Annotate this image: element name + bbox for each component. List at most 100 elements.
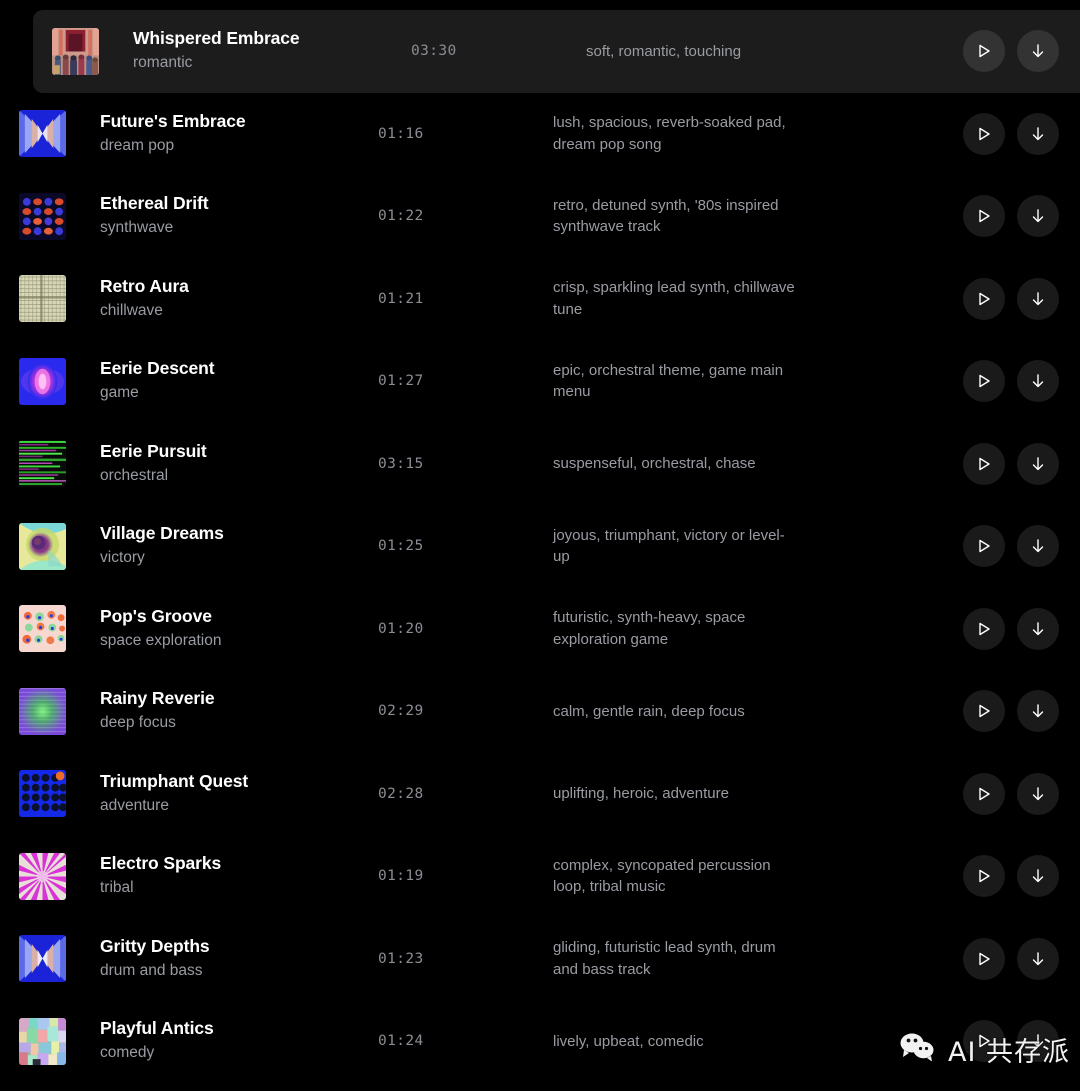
track-genre: game: [100, 384, 139, 402]
download-icon: [1032, 539, 1044, 553]
album-art: [19, 522, 66, 570]
download-button[interactable]: [1017, 277, 1059, 320]
album-art: [19, 852, 66, 900]
download-button[interactable]: [1017, 30, 1059, 73]
download-icon: [1032, 622, 1044, 635]
track-tags: suspenseful, orchestral, chase: [553, 455, 756, 473]
download-button[interactable]: [1017, 772, 1059, 815]
download-button[interactable]: [1017, 855, 1059, 898]
download-icon: [1032, 292, 1044, 305]
track-meta: Triumphant Quest adventure: [66, 771, 378, 817]
track-row[interactable]: Ethereal Drift synthwave 01:22 retro, de…: [0, 175, 1080, 258]
track-duration: 02:28: [378, 785, 424, 802]
track-meta: Eerie Pursuit orchestral: [66, 441, 378, 487]
download-icon: [1032, 209, 1044, 223]
track-row[interactable]: Playful Antics comedy 01:24 lively, upbe…: [0, 1000, 1080, 1083]
track-duration: 01:23: [378, 950, 424, 967]
track-row[interactable]: Electro Sparks tribal 01:19 complex, syn…: [0, 835, 1080, 918]
play-button[interactable]: [963, 442, 1005, 485]
track-meta: Whispered Embrace romantic: [99, 28, 411, 74]
play-icon: [979, 292, 990, 305]
track-genre: space exploration: [100, 631, 222, 649]
download-button[interactable]: [1017, 1020, 1059, 1063]
track-row[interactable]: Retro Aura chillwave 01:21 crisp, sparkl…: [0, 258, 1080, 341]
track-tags: complex, syncopated percussion loop, tri…: [553, 856, 771, 896]
album-art: [19, 440, 66, 488]
track-title: Electro Sparks: [100, 853, 222, 874]
track-duration: 01:19: [378, 868, 424, 885]
track-genre: victory: [100, 549, 145, 567]
play-button[interactable]: [963, 525, 1005, 568]
track-row[interactable]: Rainy Reverie deep focus 02:29 calm, gen…: [0, 670, 1080, 753]
play-button[interactable]: [963, 1020, 1005, 1063]
play-icon: [979, 787, 990, 800]
track-title: Ethereal Drift: [100, 193, 209, 214]
track-title: Gritty Depths: [100, 935, 210, 956]
track-tags: gliding, futuristic lead synth, drum and…: [553, 939, 776, 978]
download-button[interactable]: [1017, 112, 1059, 155]
track-meta: Eerie Descent game: [66, 358, 378, 404]
track-duration: 01:25: [378, 538, 424, 555]
album-art: [52, 27, 99, 75]
track-row[interactable]: Eerie Descent game 01:27 epic, orchestra…: [0, 340, 1080, 423]
track-meta: Ethereal Drift synthwave: [66, 193, 378, 239]
play-button[interactable]: [963, 937, 1005, 980]
play-button[interactable]: [963, 607, 1005, 650]
track-duration: 01:22: [378, 208, 424, 225]
download-button[interactable]: [1017, 195, 1059, 238]
track-meta: Village Dreams victory: [66, 523, 378, 569]
track-tags: soft, romantic, touching: [586, 42, 742, 60]
play-icon: [979, 705, 990, 718]
track-tags: retro, detuned synth, '80s inspired synt…: [553, 196, 779, 236]
download-button[interactable]: [1017, 360, 1059, 403]
album-art: [19, 687, 66, 735]
play-button[interactable]: [963, 855, 1005, 898]
track-duration: 03:15: [378, 455, 424, 472]
track-list: AI 共存派 Whispered Embrace romantic 03:30 …: [0, 0, 1080, 1091]
track-row[interactable]: Whispered Embrace romantic 03:30 soft, r…: [33, 10, 1080, 93]
album-art: [19, 357, 66, 405]
track-actions: [963, 1020, 1080, 1063]
play-button[interactable]: [963, 30, 1005, 73]
album-art: [19, 1017, 66, 1065]
track-row[interactable]: Village Dreams victory 01:25 joyous, tri…: [0, 505, 1080, 588]
play-icon: [979, 127, 990, 140]
download-button[interactable]: [1017, 937, 1059, 980]
track-genre: adventure: [100, 796, 169, 814]
track-tags: epic, orchestral theme, game main menu: [553, 361, 784, 401]
download-button[interactable]: [1017, 607, 1059, 650]
track-row[interactable]: Pop's Groove space exploration 01:20 fut…: [0, 588, 1080, 671]
play-button[interactable]: [963, 772, 1005, 815]
download-icon: [1032, 1034, 1044, 1048]
play-icon: [979, 45, 990, 58]
track-actions: [963, 360, 1080, 403]
track-duration: 01:27: [378, 373, 424, 390]
album-art: [19, 935, 66, 983]
download-button[interactable]: [1017, 525, 1059, 568]
play-button[interactable]: [963, 112, 1005, 155]
track-row[interactable]: Future's Embrace dream pop 01:16 lush, s…: [0, 93, 1080, 176]
download-icon: [1032, 457, 1044, 470]
track-genre: orchestral: [100, 466, 169, 484]
track-genre: drum and bass: [100, 961, 203, 979]
track-row[interactable]: Triumphant Quest adventure 02:28 uplifti…: [0, 753, 1080, 836]
play-icon: [979, 622, 990, 635]
play-button[interactable]: [963, 277, 1005, 320]
play-button[interactable]: [963, 690, 1005, 733]
track-title: Eerie Descent: [100, 358, 215, 379]
track-genre: chillwave: [100, 301, 163, 319]
track-meta: Future's Embrace dream pop: [66, 111, 378, 157]
track-actions: [963, 442, 1080, 485]
download-button[interactable]: [1017, 690, 1059, 733]
track-actions: [963, 772, 1080, 815]
track-tags: crisp, sparkling lead synth, chillwave t…: [553, 279, 795, 318]
track-row[interactable]: Gritty Depths drum and bass 01:23 glidin…: [0, 918, 1080, 1001]
track-row[interactable]: Eerie Pursuit orchestral 03:15 suspensef…: [0, 423, 1080, 506]
play-button[interactable]: [963, 195, 1005, 238]
download-icon: [1032, 44, 1044, 58]
track-actions: [963, 855, 1080, 898]
download-button[interactable]: [1017, 442, 1059, 485]
play-button[interactable]: [963, 360, 1005, 403]
track-tags: calm, gentle rain, deep focus: [553, 702, 745, 720]
download-icon: [1032, 952, 1044, 965]
